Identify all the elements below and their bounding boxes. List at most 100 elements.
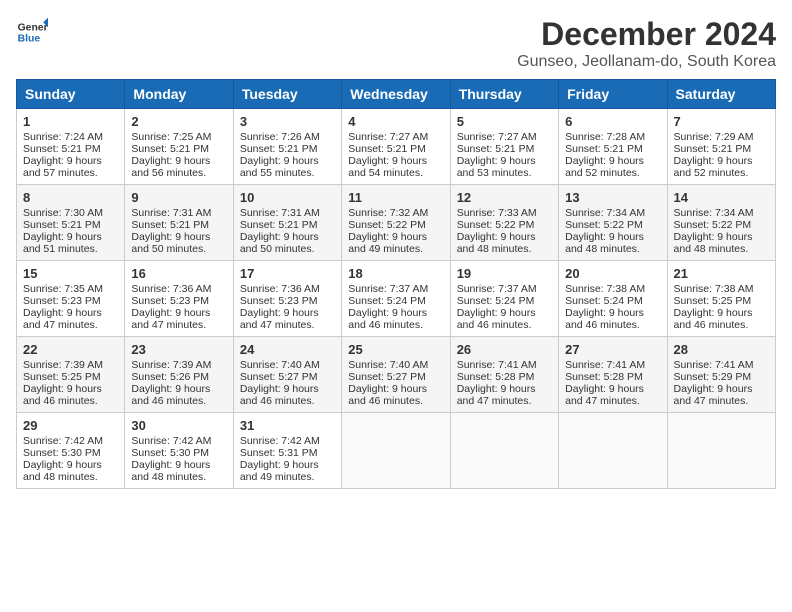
daylight-text: Daylight: 9 hours and 46 minutes. xyxy=(131,383,226,407)
sunrise-text: Sunrise: 7:37 AM xyxy=(457,283,552,295)
sunrise-text: Sunrise: 7:36 AM xyxy=(240,283,335,295)
calendar-week-row: 1Sunrise: 7:24 AMSunset: 5:21 PMDaylight… xyxy=(17,109,776,185)
table-row: 9Sunrise: 7:31 AMSunset: 5:21 PMDaylight… xyxy=(125,185,233,261)
calendar-header-monday: Monday xyxy=(125,80,233,109)
table-row: 17Sunrise: 7:36 AMSunset: 5:23 PMDayligh… xyxy=(233,261,341,337)
sunset-text: Sunset: 5:27 PM xyxy=(240,371,335,383)
day-number: 3 xyxy=(240,114,335,129)
table-row: 1Sunrise: 7:24 AMSunset: 5:21 PMDaylight… xyxy=(17,109,125,185)
sunset-text: Sunset: 5:21 PM xyxy=(240,143,335,155)
table-row: 2Sunrise: 7:25 AMSunset: 5:21 PMDaylight… xyxy=(125,109,233,185)
daylight-text: Daylight: 9 hours and 50 minutes. xyxy=(131,231,226,255)
logo-icon: General Blue xyxy=(16,16,48,48)
table-row: 6Sunrise: 7:28 AMSunset: 5:21 PMDaylight… xyxy=(559,109,667,185)
calendar-week-row: 8Sunrise: 7:30 AMSunset: 5:21 PMDaylight… xyxy=(17,185,776,261)
sunset-text: Sunset: 5:23 PM xyxy=(131,295,226,307)
daylight-text: Daylight: 9 hours and 51 minutes. xyxy=(23,231,118,255)
daylight-text: Daylight: 9 hours and 48 minutes. xyxy=(131,459,226,483)
table-row: 24Sunrise: 7:40 AMSunset: 5:27 PMDayligh… xyxy=(233,337,341,413)
daylight-text: Daylight: 9 hours and 46 minutes. xyxy=(674,307,769,331)
day-number: 12 xyxy=(457,190,552,205)
sunrise-text: Sunrise: 7:41 AM xyxy=(565,359,660,371)
calendar-week-row: 29Sunrise: 7:42 AMSunset: 5:30 PMDayligh… xyxy=(17,413,776,489)
sunrise-text: Sunrise: 7:26 AM xyxy=(240,131,335,143)
calendar-table: SundayMondayTuesdayWednesdayThursdayFrid… xyxy=(16,79,776,489)
sunrise-text: Sunrise: 7:40 AM xyxy=(348,359,443,371)
sunset-text: Sunset: 5:26 PM xyxy=(131,371,226,383)
day-number: 10 xyxy=(240,190,335,205)
day-number: 30 xyxy=(131,418,226,433)
daylight-text: Daylight: 9 hours and 47 minutes. xyxy=(240,307,335,331)
day-number: 15 xyxy=(23,266,118,281)
sunset-text: Sunset: 5:23 PM xyxy=(23,295,118,307)
sunset-text: Sunset: 5:22 PM xyxy=(674,219,769,231)
table-row: 23Sunrise: 7:39 AMSunset: 5:26 PMDayligh… xyxy=(125,337,233,413)
sunrise-text: Sunrise: 7:41 AM xyxy=(457,359,552,371)
day-number: 6 xyxy=(565,114,660,129)
sunset-text: Sunset: 5:24 PM xyxy=(348,295,443,307)
sunrise-text: Sunrise: 7:36 AM xyxy=(131,283,226,295)
table-row: 4Sunrise: 7:27 AMSunset: 5:21 PMDaylight… xyxy=(342,109,450,185)
table-row: 18Sunrise: 7:37 AMSunset: 5:24 PMDayligh… xyxy=(342,261,450,337)
daylight-text: Daylight: 9 hours and 55 minutes. xyxy=(240,155,335,179)
table-row xyxy=(559,413,667,489)
sunrise-text: Sunrise: 7:29 AM xyxy=(674,131,769,143)
svg-text:Blue: Blue xyxy=(18,34,41,45)
sunset-text: Sunset: 5:21 PM xyxy=(131,143,226,155)
sunrise-text: Sunrise: 7:27 AM xyxy=(457,131,552,143)
table-row: 22Sunrise: 7:39 AMSunset: 5:25 PMDayligh… xyxy=(17,337,125,413)
sunset-text: Sunset: 5:24 PM xyxy=(565,295,660,307)
table-row: 27Sunrise: 7:41 AMSunset: 5:28 PMDayligh… xyxy=(559,337,667,413)
sunrise-text: Sunrise: 7:27 AM xyxy=(348,131,443,143)
sunset-text: Sunset: 5:21 PM xyxy=(131,219,226,231)
table-row: 28Sunrise: 7:41 AMSunset: 5:29 PMDayligh… xyxy=(667,337,775,413)
daylight-text: Daylight: 9 hours and 52 minutes. xyxy=(565,155,660,179)
sunset-text: Sunset: 5:30 PM xyxy=(131,447,226,459)
daylight-text: Daylight: 9 hours and 48 minutes. xyxy=(457,231,552,255)
calendar-header-sunday: Sunday xyxy=(17,80,125,109)
header-section: General Blue December 2024 Gunseo, Jeoll… xyxy=(16,16,776,71)
calendar-header-wednesday: Wednesday xyxy=(342,80,450,109)
sunrise-text: Sunrise: 7:40 AM xyxy=(240,359,335,371)
calendar-week-row: 22Sunrise: 7:39 AMSunset: 5:25 PMDayligh… xyxy=(17,337,776,413)
day-number: 22 xyxy=(23,342,118,357)
sunrise-text: Sunrise: 7:42 AM xyxy=(23,435,118,447)
daylight-text: Daylight: 9 hours and 48 minutes. xyxy=(565,231,660,255)
table-row xyxy=(342,413,450,489)
daylight-text: Daylight: 9 hours and 46 minutes. xyxy=(348,307,443,331)
table-row: 3 Sunrise: 7:26 AMSunset: 5:21 PMDaylight… xyxy=(233,109,341,185)
table-row: 29Sunrise: 7:42 AMSunset: 5:30 PMDayligh… xyxy=(17,413,125,489)
daylight-text: Daylight: 9 hours and 46 minutes. xyxy=(565,307,660,331)
daylight-text: Daylight: 9 hours and 46 minutes. xyxy=(348,383,443,407)
table-row: 10Sunrise: 7:31 AMSunset: 5:21 PMDayligh… xyxy=(233,185,341,261)
daylight-text: Daylight: 9 hours and 53 minutes. xyxy=(457,155,552,179)
sunset-text: Sunset: 5:28 PM xyxy=(565,371,660,383)
table-row: 11Sunrise: 7:32 AMSunset: 5:22 PMDayligh… xyxy=(342,185,450,261)
day-number: 31 xyxy=(240,418,335,433)
sunset-text: Sunset: 5:25 PM xyxy=(23,371,118,383)
sunset-text: Sunset: 5:21 PM xyxy=(240,219,335,231)
table-row: 31Sunrise: 7:42 AMSunset: 5:31 PMDayligh… xyxy=(233,413,341,489)
sunrise-text: Sunrise: 7:42 AM xyxy=(240,435,335,447)
day-number: 11 xyxy=(348,190,443,205)
sunrise-text: Sunrise: 7:31 AM xyxy=(131,207,226,219)
sunrise-text: Sunrise: 7:24 AM xyxy=(23,131,118,143)
table-row: 20Sunrise: 7:38 AMSunset: 5:24 PMDayligh… xyxy=(559,261,667,337)
sunrise-text: Sunrise: 7:28 AM xyxy=(565,131,660,143)
sunrise-text: Sunrise: 7:34 AM xyxy=(565,207,660,219)
sunrise-text: Sunrise: 7:32 AM xyxy=(348,207,443,219)
main-title: December 2024 xyxy=(517,16,776,53)
day-number: 23 xyxy=(131,342,226,357)
calendar-header-friday: Friday xyxy=(559,80,667,109)
sunrise-text: Sunrise: 7:37 AM xyxy=(348,283,443,295)
daylight-text: Daylight: 9 hours and 50 minutes. xyxy=(240,231,335,255)
daylight-text: Daylight: 9 hours and 46 minutes. xyxy=(457,307,552,331)
daylight-text: Daylight: 9 hours and 52 minutes. xyxy=(674,155,769,179)
day-number: 5 xyxy=(457,114,552,129)
subtitle: Gunseo, Jeollanam-do, South Korea xyxy=(517,53,776,71)
calendar-body: 1Sunrise: 7:24 AMSunset: 5:21 PMDaylight… xyxy=(17,109,776,489)
day-number: 13 xyxy=(565,190,660,205)
daylight-text: Daylight: 9 hours and 47 minutes. xyxy=(565,383,660,407)
sunset-text: Sunset: 5:27 PM xyxy=(348,371,443,383)
table-row: 19Sunrise: 7:37 AMSunset: 5:24 PMDayligh… xyxy=(450,261,558,337)
